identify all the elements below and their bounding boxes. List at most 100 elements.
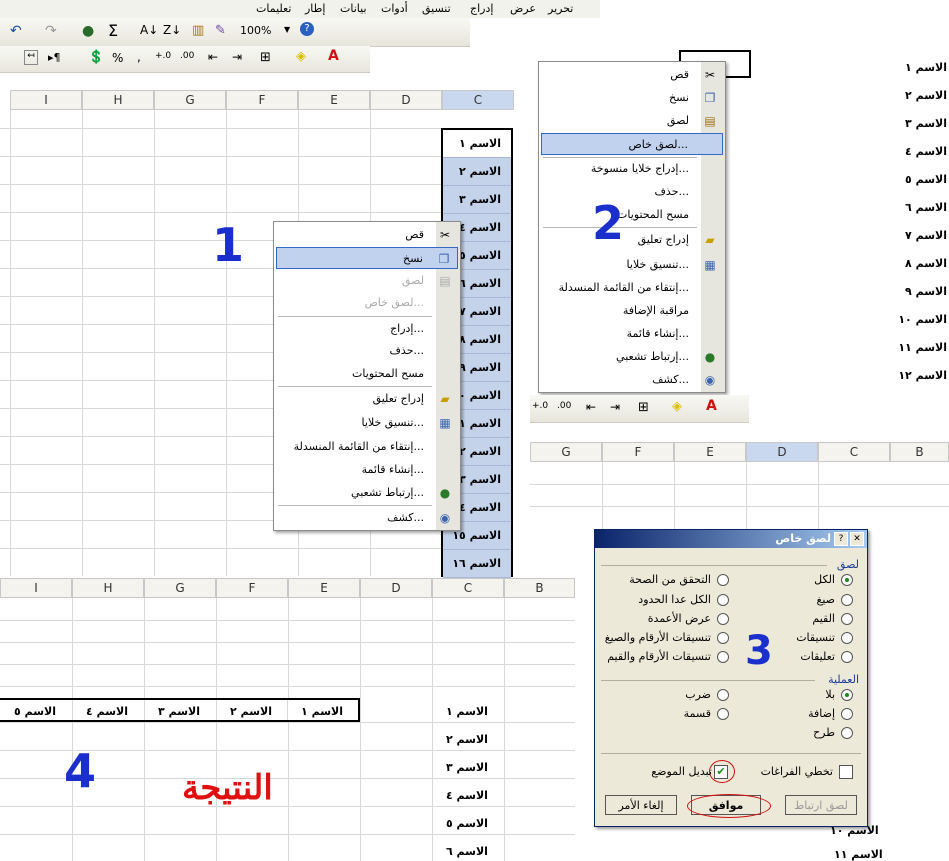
column-header-e[interactable]: E — [298, 90, 370, 110]
menu-insert[interactable]: إدراج — [470, 2, 493, 15]
redo-icon[interactable]: ↷ — [45, 23, 57, 39]
fill-color-icon[interactable]: ◈ — [296, 49, 306, 64]
cell-c3[interactable]: الاسم ٣ — [443, 186, 511, 214]
radio-op-multiply[interactable] — [717, 689, 729, 701]
menu2-delete[interactable]: حذف... — [541, 181, 723, 203]
menu2-format-cells[interactable]: ▦ تنسيق خلايا... — [541, 254, 723, 276]
fill-color-icon[interactable]: ◈ — [672, 399, 682, 414]
drawing-icon[interactable]: ✎ — [215, 23, 226, 38]
radio-validation[interactable] — [717, 574, 729, 586]
menu1-paste[interactable]: ▤ لصق — [276, 270, 458, 292]
hyperlink-icon[interactable]: ● — [82, 23, 94, 39]
menu1-insert[interactable]: إدراج... — [276, 318, 458, 340]
menu-format[interactable]: تنسيق — [422, 2, 451, 15]
radio-number-formats-formulas[interactable] — [717, 632, 729, 644]
column-header-b[interactable]: B — [890, 442, 949, 462]
menu-view[interactable]: عرض — [510, 2, 536, 15]
column-header-d[interactable]: D — [370, 90, 442, 110]
column-header-i[interactable]: I — [0, 578, 72, 598]
rtl-icon[interactable]: ↤ — [24, 50, 38, 65]
menu1-paste-special[interactable]: لصق خاص... — [276, 292, 458, 314]
currency-icon[interactable]: 💲 — [88, 50, 104, 65]
decrease-indent-icon[interactable]: ⇤ — [586, 400, 596, 414]
paragraph-direction-icon[interactable]: ▸¶ — [48, 51, 61, 64]
increase-indent-icon[interactable]: ⇥ — [610, 400, 620, 414]
cell-c16[interactable]: الاسم ١٦ — [443, 550, 511, 578]
menu2-paste[interactable]: ▤ لصق — [541, 110, 723, 132]
column-header-c[interactable]: C — [442, 90, 514, 110]
transposed-cell-5[interactable]: الاسم ٥ — [0, 700, 70, 720]
menu2-hyperlink[interactable]: ● إرتباط تشعبي... — [541, 346, 723, 368]
column-header-i[interactable]: I — [10, 90, 82, 110]
menu-tools[interactable]: أدوات — [381, 2, 408, 15]
column-header-g[interactable]: G — [144, 578, 216, 598]
column-header-e[interactable]: E — [288, 578, 360, 598]
help-icon[interactable]: ? — [300, 22, 314, 36]
column-header-f[interactable]: F — [226, 90, 298, 110]
borders-icon[interactable]: ⊞ — [260, 50, 271, 65]
menu2-pick-from-list[interactable]: إنتقاء من القائمة المنسدلة... — [541, 277, 723, 299]
cell-c2[interactable]: الاسم ٢ — [443, 158, 511, 186]
menu1-hyperlink[interactable]: ● إرتباط تشعبي... — [276, 482, 458, 504]
column-header-h[interactable]: H — [72, 578, 144, 598]
radio-all[interactable] — [841, 574, 853, 586]
sort-desc-icon[interactable]: Z↓ — [163, 23, 181, 37]
column-header-f[interactable]: F — [216, 578, 288, 598]
cell-c1[interactable]: الاسم ١ — [443, 130, 511, 158]
menu2-copy[interactable]: ❐ نسخ — [541, 87, 723, 109]
transposed-cell-3[interactable]: الاسم ٣ — [144, 700, 214, 720]
increase-decimal-icon[interactable]: +.0 — [155, 51, 171, 61]
radio-comments[interactable] — [841, 651, 853, 663]
column-header-g[interactable]: G — [530, 442, 602, 462]
decrease-decimal-icon[interactable]: .00 — [557, 401, 571, 411]
menu2-watch[interactable]: مراقبة الإضافة — [541, 300, 723, 322]
menu2-paste-special[interactable]: لصق خاص... — [541, 133, 723, 155]
transposed-cell-4[interactable]: الاسم ٤ — [72, 700, 142, 720]
menu1-copy[interactable]: ❐ نسخ — [276, 247, 458, 269]
decrease-indent-icon[interactable]: ⇤ — [208, 50, 218, 64]
menu1-delete[interactable]: حذف... — [276, 340, 458, 362]
radio-all-except-borders[interactable] — [717, 594, 729, 606]
sort-asc-icon[interactable]: A↓ — [140, 23, 158, 37]
menu-data[interactable]: بيانات — [340, 2, 367, 15]
radio-values[interactable] — [841, 613, 853, 625]
menu1-pick-from-list[interactable]: إنتقاء من القائمة المنسدلة... — [276, 436, 458, 458]
menu1-lookup[interactable]: ◉ كشف... — [276, 507, 458, 529]
column-header-b[interactable]: B — [504, 578, 575, 598]
radio-formulas[interactable] — [841, 594, 853, 606]
menu2-create-list[interactable]: إنشاء قائمة... — [541, 323, 723, 345]
radio-op-divide[interactable] — [717, 708, 729, 720]
skip-blanks-checkbox[interactable] — [839, 765, 853, 779]
menu2-lookup[interactable]: ◉ كشف... — [541, 369, 723, 391]
column-header-e[interactable]: E — [674, 442, 746, 462]
zoom-select[interactable]: 100% — [240, 24, 271, 37]
decrease-decimal-icon[interactable]: .00 — [180, 51, 194, 61]
column-header-c[interactable]: C — [818, 442, 890, 462]
column-header-c[interactable]: C — [432, 578, 504, 598]
menu2-cut[interactable]: ✂ قص — [541, 64, 723, 86]
column-header-h[interactable]: H — [82, 90, 154, 110]
column-header-f[interactable]: F — [602, 442, 674, 462]
menu-window[interactable]: إطار — [305, 2, 325, 15]
radio-op-none[interactable] — [841, 689, 853, 701]
undo-icon[interactable]: ↶ — [10, 23, 22, 39]
autosum-icon[interactable]: Σ — [108, 21, 118, 40]
menu2-clear-contents[interactable]: مسح المحتويات — [541, 204, 723, 226]
radio-column-widths[interactable] — [717, 613, 729, 625]
increase-indent-icon[interactable]: ⇥ — [232, 50, 242, 64]
radio-op-subtract[interactable] — [841, 727, 853, 739]
menu2-insert-comment[interactable]: ▰ إدراج تعليق — [541, 229, 723, 251]
menu1-create-list[interactable]: إنشاء قائمة... — [276, 459, 458, 481]
zoom-dropdown-icon[interactable]: ▼ — [284, 25, 290, 34]
percent-button[interactable]: % — [112, 51, 123, 65]
transposed-cell-1[interactable]: الاسم ١ — [287, 700, 357, 720]
close-icon[interactable]: ✕ — [850, 532, 864, 546]
increase-decimal-icon[interactable]: +.0 — [532, 401, 548, 411]
menu1-format-cells[interactable]: ▦ تنسيق خلايا... — [276, 412, 458, 434]
paste-link-button[interactable]: لصق ارتباط — [785, 795, 857, 815]
radio-formats[interactable] — [841, 632, 853, 644]
comma-style-icon[interactable]: , — [137, 50, 141, 64]
help-icon[interactable]: ? — [834, 532, 848, 546]
transposed-row[interactable]: الاسم ١ الاسم ٢ الاسم ٣ الاسم ٤ الاسم ٥ — [0, 698, 360, 722]
radio-op-add[interactable] — [841, 708, 853, 720]
